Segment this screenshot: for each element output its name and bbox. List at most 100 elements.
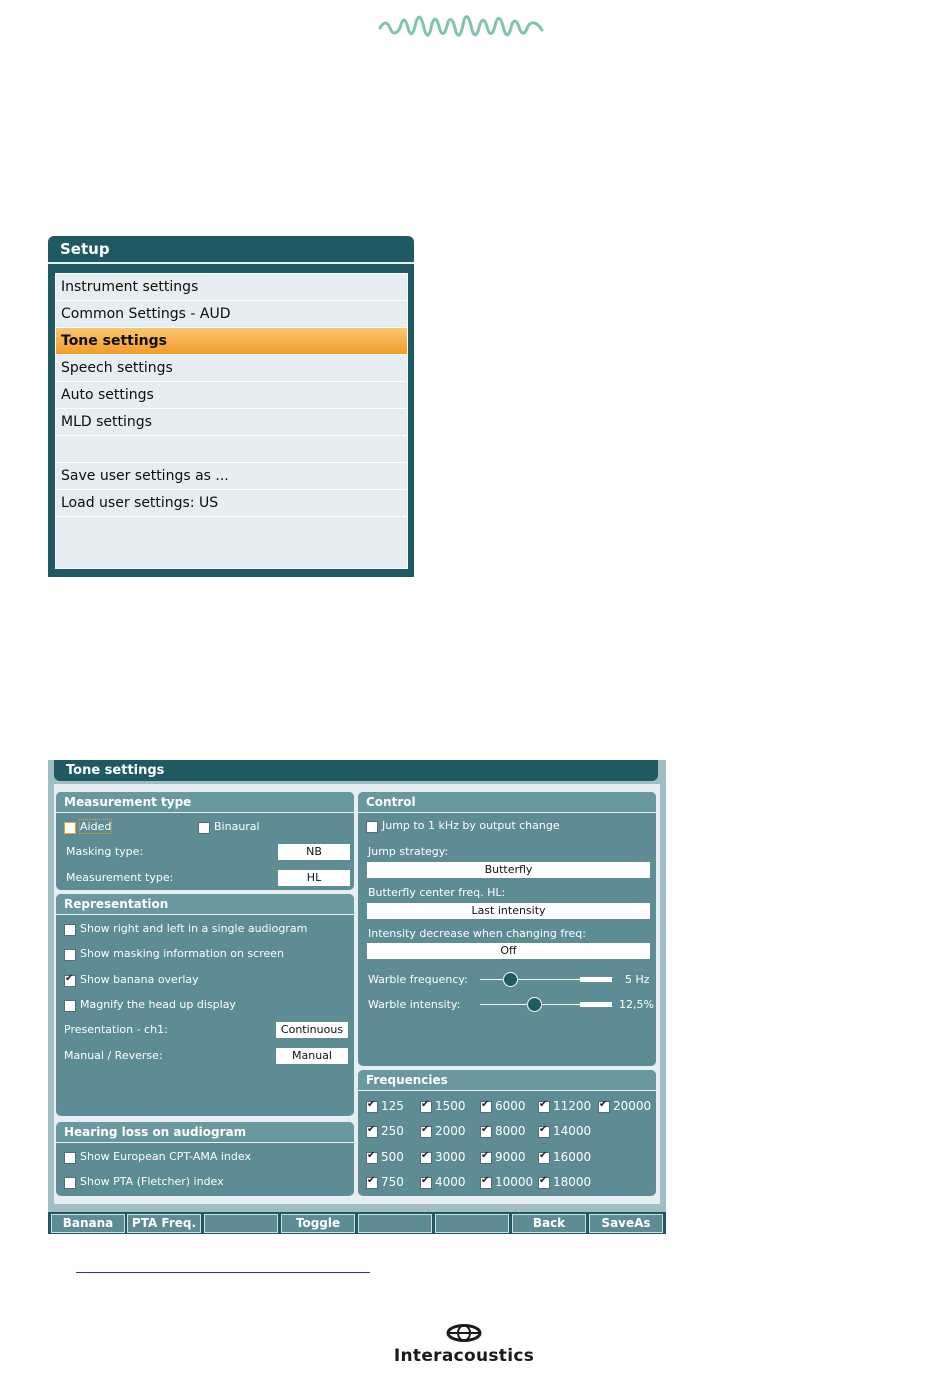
frequency-checkbox[interactable] (420, 1124, 432, 1138)
frequency-label: 10000 (495, 1175, 534, 1189)
frequency-label: 750 (381, 1175, 404, 1189)
tone-title: Tone settings (66, 763, 165, 778)
warble-intensity-slider-knob[interactable] (527, 997, 543, 1012)
measurement-type-panel: Measurement type Aided Binaural Masking … (56, 792, 354, 890)
frequency-checkbox[interactable] (480, 1099, 492, 1113)
panel-header: Hearing loss on audiogram (56, 1122, 354, 1143)
setup-title: Setup (60, 240, 110, 258)
warble-frequency-value: 5 Hz (625, 973, 650, 986)
menu-item-load-user-settings[interactable]: Load user settings: US (56, 490, 407, 517)
frequency-checkbox[interactable] (366, 1150, 378, 1164)
frequency-checkbox[interactable] (366, 1099, 378, 1113)
warble-frequency-slider-knob[interactable] (503, 972, 519, 987)
frequency-checkbox[interactable] (538, 1175, 550, 1189)
frequency-label: 16000 (553, 1150, 592, 1164)
save-as-button[interactable]: SaveAs (589, 1214, 663, 1233)
presentation-field[interactable]: Continuous (276, 1022, 348, 1038)
panel-header: Frequencies (358, 1070, 656, 1091)
frequency-label: 250 (381, 1124, 404, 1138)
tone-body: Measurement type Aided Binaural Masking … (54, 784, 660, 1204)
presentation-label: Presentation - ch1: (64, 1023, 168, 1036)
menu-item-save-user-settings[interactable]: Save user settings as ... (56, 463, 407, 490)
manual-reverse-field[interactable]: Manual (276, 1048, 348, 1064)
aided-checkbox[interactable] (64, 822, 76, 834)
frequency-label: 4000 (435, 1175, 466, 1189)
masking-type-field[interactable]: NB (278, 844, 350, 860)
back-button[interactable]: Back (512, 1214, 586, 1233)
frequency-checkbox[interactable] (480, 1124, 492, 1138)
pta-freq-button[interactable]: PTA Freq. (127, 1214, 201, 1233)
setup-window: Setup Instrument settings Common Setting… (48, 236, 414, 577)
menu-item-instrument-settings[interactable]: Instrument settings (56, 274, 407, 301)
jump-1khz-label: Jump to 1 kHz by output change (382, 819, 560, 832)
wave-logo-icon (378, 15, 544, 37)
magnify-hud-checkbox[interactable] (64, 1000, 76, 1012)
representation-title: Representation (64, 897, 169, 911)
frequency-checkbox[interactable] (538, 1099, 550, 1113)
banana-button[interactable]: Banana (51, 1214, 125, 1233)
empty-button-3 (435, 1214, 509, 1233)
frequency-label: 500 (381, 1150, 404, 1164)
brand-name: Interacoustics (393, 1346, 535, 1366)
title-divider (48, 262, 414, 264)
empty-button-1 (204, 1214, 278, 1233)
hyperlink-underline[interactable] (76, 1272, 370, 1273)
frequency-checkbox[interactable] (598, 1099, 610, 1113)
intensity-decrease-field[interactable]: Off (367, 943, 650, 959)
pta-fletcher-checkbox[interactable] (64, 1177, 76, 1189)
frequency-checkbox[interactable] (480, 1150, 492, 1164)
menu-item-mld-settings[interactable]: MLD settings (56, 409, 407, 436)
jump-strategy-field[interactable]: Butterfly (367, 862, 650, 878)
masking-info-checkbox[interactable] (64, 949, 76, 961)
masking-info-label: Show masking information on screen (80, 947, 284, 960)
frequency-label: 9000 (495, 1150, 526, 1164)
panel-header: Representation (56, 894, 354, 915)
brand-logo: Interacoustics (386, 1324, 542, 1366)
aided-label: Aided (78, 819, 113, 834)
menu-item-common-settings[interactable]: Common Settings - AUD (56, 301, 407, 328)
tone-titlebar: Tone settings (54, 760, 658, 781)
control-panel: Control Jump to 1 kHz by output change J… (358, 792, 656, 1066)
warble-intensity-value: 12,5% (619, 998, 654, 1011)
measurement-type-field[interactable]: HL (278, 870, 350, 886)
warble-frequency-slider-bar (580, 977, 612, 982)
menu-item-tone-settings[interactable]: Tone settings (56, 328, 407, 355)
cpt-ama-checkbox[interactable] (64, 1152, 76, 1164)
masking-type-label: Masking type: (66, 845, 144, 858)
single-audiogram-label: Show right and left in a single audiogra… (80, 922, 308, 935)
frequency-checkbox[interactable] (366, 1124, 378, 1138)
panel-header: Control (358, 792, 656, 813)
frequency-label: 6000 (495, 1099, 526, 1113)
frequency-label: 2000 (435, 1124, 466, 1138)
frequency-checkbox[interactable] (420, 1099, 432, 1113)
manual-reverse-label: Manual / Reverse: (64, 1049, 163, 1062)
frequency-checkbox[interactable] (480, 1175, 492, 1189)
tone-settings-window: Tone settings Measurement type Aided Bin… (48, 760, 666, 1234)
control-title: Control (366, 795, 416, 809)
measurement-type-title: Measurement type (64, 795, 192, 809)
jump-1khz-checkbox[interactable] (366, 821, 378, 833)
frequency-checkbox[interactable] (420, 1150, 432, 1164)
frequency-checkbox[interactable] (366, 1175, 378, 1189)
frequencies-title: Frequencies (366, 1073, 448, 1087)
warble-intensity-label: Warble intensity: (368, 998, 461, 1011)
butterfly-center-label: Butterfly center freq. HL: (368, 886, 506, 899)
toggle-button[interactable]: Toggle (281, 1214, 355, 1233)
banana-overlay-checkbox[interactable] (64, 973, 76, 987)
binaural-checkbox[interactable] (198, 822, 210, 834)
frequency-checkbox[interactable] (420, 1175, 432, 1189)
menu-item-speech-settings[interactable]: Speech settings (56, 355, 407, 382)
frequency-label: 18000 (553, 1175, 592, 1189)
hearing-loss-title: Hearing loss on audiogram (64, 1125, 247, 1139)
jump-strategy-label: Jump strategy: (368, 845, 449, 858)
frequency-label: 3000 (435, 1150, 466, 1164)
frequency-label: 8000 (495, 1124, 526, 1138)
butterfly-center-field[interactable]: Last intensity (367, 903, 650, 919)
menu-item-auto-settings[interactable]: Auto settings (56, 382, 407, 409)
frequency-label: 125 (381, 1099, 404, 1113)
intensity-decrease-label: Intensity decrease when changing freq: (368, 927, 586, 940)
frequency-checkbox[interactable] (538, 1124, 550, 1138)
frequency-label: 1500 (435, 1099, 466, 1113)
single-audiogram-checkbox[interactable] (64, 924, 76, 936)
frequency-checkbox[interactable] (538, 1150, 550, 1164)
